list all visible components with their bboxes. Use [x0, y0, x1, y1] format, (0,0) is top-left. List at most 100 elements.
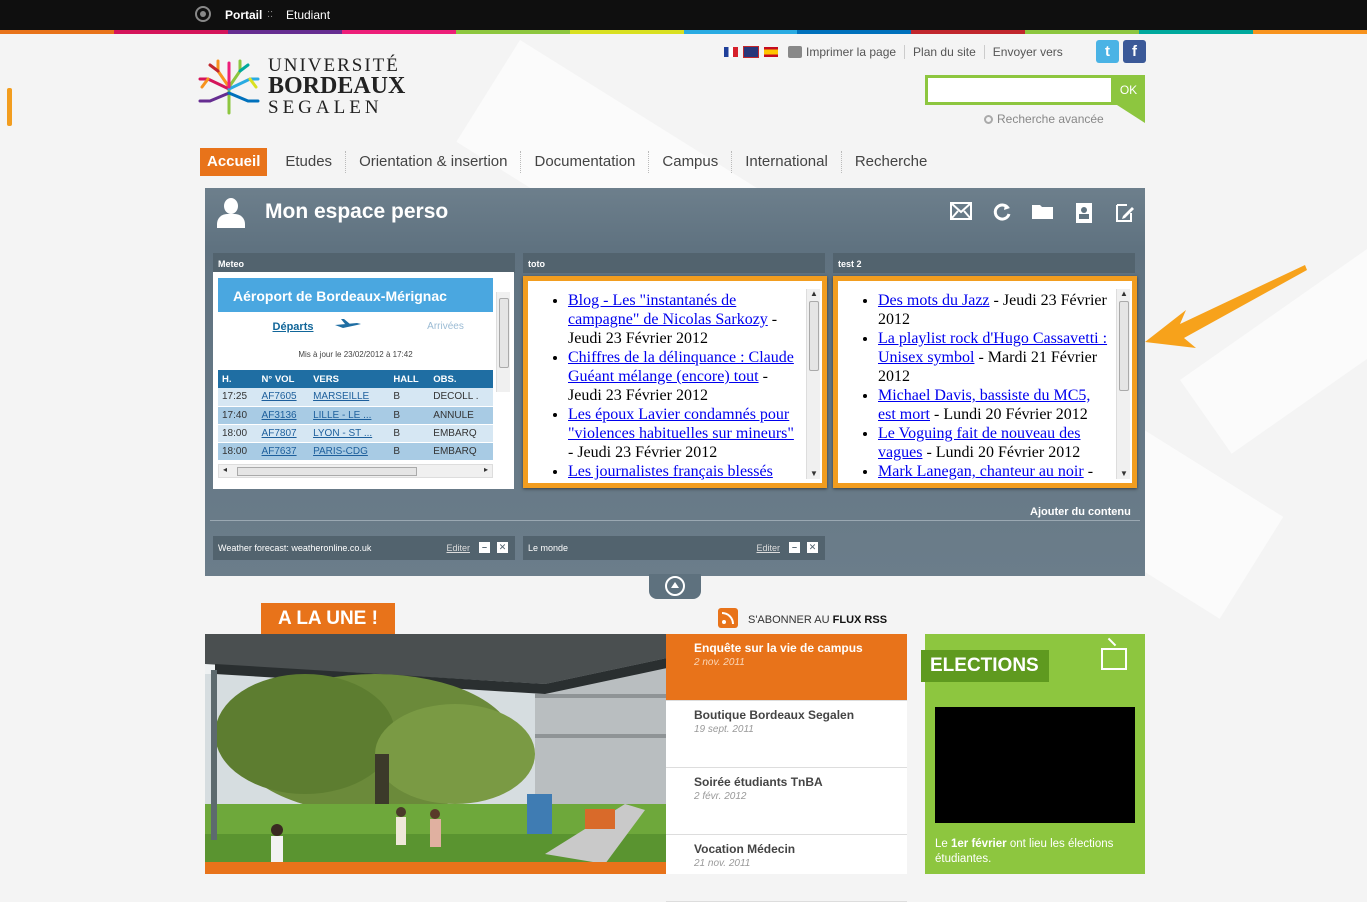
facebook-icon[interactable]: f [1123, 40, 1146, 63]
mini-widget-weather: Weather forecast: weatheronline.co.uk Ed… [213, 536, 515, 560]
advanced-search-link[interactable]: Recherche avancée [984, 112, 1104, 126]
featured-news-item[interactable]: Enquête sur la vie de campus 2 nov. 2011 [666, 634, 907, 701]
flight-number-link[interactable]: AF3136 [257, 406, 310, 425]
edit-link[interactable]: Editer [446, 543, 470, 553]
flight-status: EMBARQ [429, 424, 493, 443]
university-logo[interactable]: UNIVERSITÉ BORDEAUX SEGALEN [198, 55, 423, 120]
flag-uk-icon[interactable] [743, 46, 759, 58]
nav-accueil[interactable]: Accueil [200, 148, 268, 176]
featured-news-date: 21 nov. 2011 [694, 858, 751, 869]
flight-destination-link[interactable]: MARSEILLE [309, 388, 390, 407]
flag-es-icon[interactable] [764, 47, 778, 57]
send-link[interactable]: Envoyer vers [983, 45, 1071, 59]
widget-title-toto[interactable]: toto [523, 253, 825, 273]
widget-title-test2[interactable]: test 2 [833, 253, 1135, 273]
minimize-icon[interactable]: – [479, 542, 490, 553]
search-input[interactable] [928, 78, 1111, 102]
flight-time: 17:25 [218, 388, 258, 407]
widget-title-meteo[interactable]: Meteo [213, 253, 515, 273]
scroll-up-icon[interactable]: ▲ [1117, 289, 1131, 299]
scroll-left-icon[interactable]: ◂ [223, 465, 227, 474]
news-link[interactable]: Les journalistes français blessés [568, 463, 773, 480]
nav-campus[interactable]: Campus [648, 151, 731, 173]
update-time: Mis à jour le 23/02/2012 à 17:42 [298, 350, 413, 359]
featured-news-item[interactable]: Boutique Bordeaux Segalen 19 sept. 2011 [666, 701, 907, 768]
nav-orientation[interactable]: Orientation & insertion [345, 151, 520, 173]
folder-icon[interactable] [1031, 202, 1055, 224]
vertical-scrollbar[interactable] [496, 292, 510, 392]
flight-status: EMBARQ [429, 442, 493, 461]
flight-destination-link[interactable]: LYON - ST ... [309, 424, 390, 443]
color-strip-segment [341, 30, 456, 34]
color-strip-segment [0, 30, 114, 34]
close-icon[interactable]: ✕ [497, 542, 508, 553]
sitemap-link[interactable]: Plan du site [904, 45, 984, 59]
flight-number-link[interactable]: AF7605 [257, 388, 310, 407]
flight-number-link[interactable]: AF7637 [257, 442, 310, 461]
flag-fr-icon[interactable] [724, 47, 738, 57]
tab-arrivals[interactable]: Arrivées [368, 312, 493, 342]
search-ok-button[interactable]: OK [1112, 75, 1145, 105]
scroll-up-icon[interactable]: ▲ [807, 289, 821, 299]
portal-target-icon[interactable] [195, 6, 211, 22]
color-strip-segment [455, 30, 570, 34]
rss-icon[interactable] [718, 608, 738, 628]
mini-widget-title[interactable]: Le monde [528, 543, 568, 553]
sync-icon[interactable] [990, 202, 1014, 224]
scroll-down-icon[interactable]: ▼ [1117, 469, 1131, 479]
vertical-scrollbar[interactable]: ▲ ▼ [806, 289, 820, 479]
elections-video[interactable] [935, 707, 1135, 823]
flight-time: 18:00 [218, 424, 258, 443]
featured-photo[interactable] [205, 634, 667, 874]
rss-subscribe-link[interactable]: S'ABONNER AU FLUX RSS [748, 614, 887, 626]
scroll-thumb[interactable] [1119, 301, 1129, 391]
collapse-panel-button[interactable] [649, 574, 701, 599]
mini-widget-title[interactable]: Weather forecast: weatheronline.co.uk [218, 543, 371, 553]
flights-column-header: OBS. [429, 370, 493, 388]
perso-title: Mon espace perso [265, 200, 449, 223]
featured-news-item[interactable]: Vocation Médecin 21 nov. 2011 [666, 835, 907, 902]
flight-number-link[interactable]: AF7807 [257, 424, 310, 443]
portal-link[interactable]: Portail [225, 8, 262, 22]
minimize-icon[interactable]: – [789, 542, 800, 553]
toto-news-list: Blog - Les "instantanés de campagne" de … [528, 281, 822, 481]
printer-icon[interactable] [788, 46, 802, 58]
news-link[interactable]: Des mots du Jazz [878, 292, 990, 309]
add-content-link[interactable]: Ajouter du contenu [1030, 506, 1131, 518]
news-link[interactable]: Les époux Lavier condamnés pour "violenc… [568, 406, 794, 442]
nav-etudes[interactable]: Etudes [267, 151, 345, 173]
scroll-thumb[interactable] [237, 467, 417, 476]
flight-destination-link[interactable]: PARIS-CDG [309, 442, 390, 461]
edit-icon[interactable] [1113, 202, 1137, 224]
news-link[interactable]: Mark Lanegan, chanteur au noir [878, 463, 1084, 480]
scroll-thumb[interactable] [809, 301, 819, 371]
print-link[interactable]: Imprimer la page [802, 45, 904, 59]
featured-news-item[interactable]: Soirée étudiants TnBA 2 févr. 2012 [666, 768, 907, 835]
close-icon[interactable]: ✕ [807, 542, 818, 553]
student-link[interactable]: Etudiant [286, 8, 330, 22]
flight-destination-link[interactable]: LILLE - LE ... [309, 406, 390, 425]
flight-row: 17:25 AF7605 MARSEILLE B DECOLL . [218, 388, 493, 407]
nav-documentation[interactable]: Documentation [520, 151, 648, 173]
airport-widget: Aéroport de Bordeaux-Mérignac Départs Ar… [213, 272, 514, 489]
color-strip-segment [113, 30, 228, 34]
test2-widget: Des mots du Jazz - Jeudi 23 Février 2012… [833, 276, 1137, 488]
mail-icon[interactable] [949, 202, 973, 224]
contacts-icon[interactable] [1072, 202, 1096, 224]
edit-link[interactable]: Editer [756, 543, 780, 553]
highlight-arrow-icon [1145, 265, 1307, 348]
elections-block: ELECTIONS Le 1er février ont lieu les él… [921, 634, 1145, 874]
nav-international[interactable]: International [731, 151, 841, 173]
horizontal-scrollbar[interactable]: ◂ ▸ [218, 464, 493, 478]
scroll-right-icon[interactable]: ▸ [484, 465, 488, 474]
twitter-icon[interactable]: t [1096, 40, 1119, 63]
scroll-down-icon[interactable]: ▼ [807, 469, 821, 479]
vertical-scrollbar[interactable]: ▲ ▼ [1116, 289, 1130, 479]
flight-status: ANNULE [429, 406, 493, 425]
flight-time: 17:40 [218, 406, 258, 425]
rss-prefix: S'ABONNER AU [748, 614, 830, 626]
scroll-thumb[interactable] [499, 298, 509, 368]
news-item: Les journalistes français blessés [568, 462, 800, 481]
nav-recherche[interactable]: Recherche [840, 151, 941, 173]
news-link[interactable]: Blog - Les "instantanés de campagne" de … [568, 292, 768, 328]
